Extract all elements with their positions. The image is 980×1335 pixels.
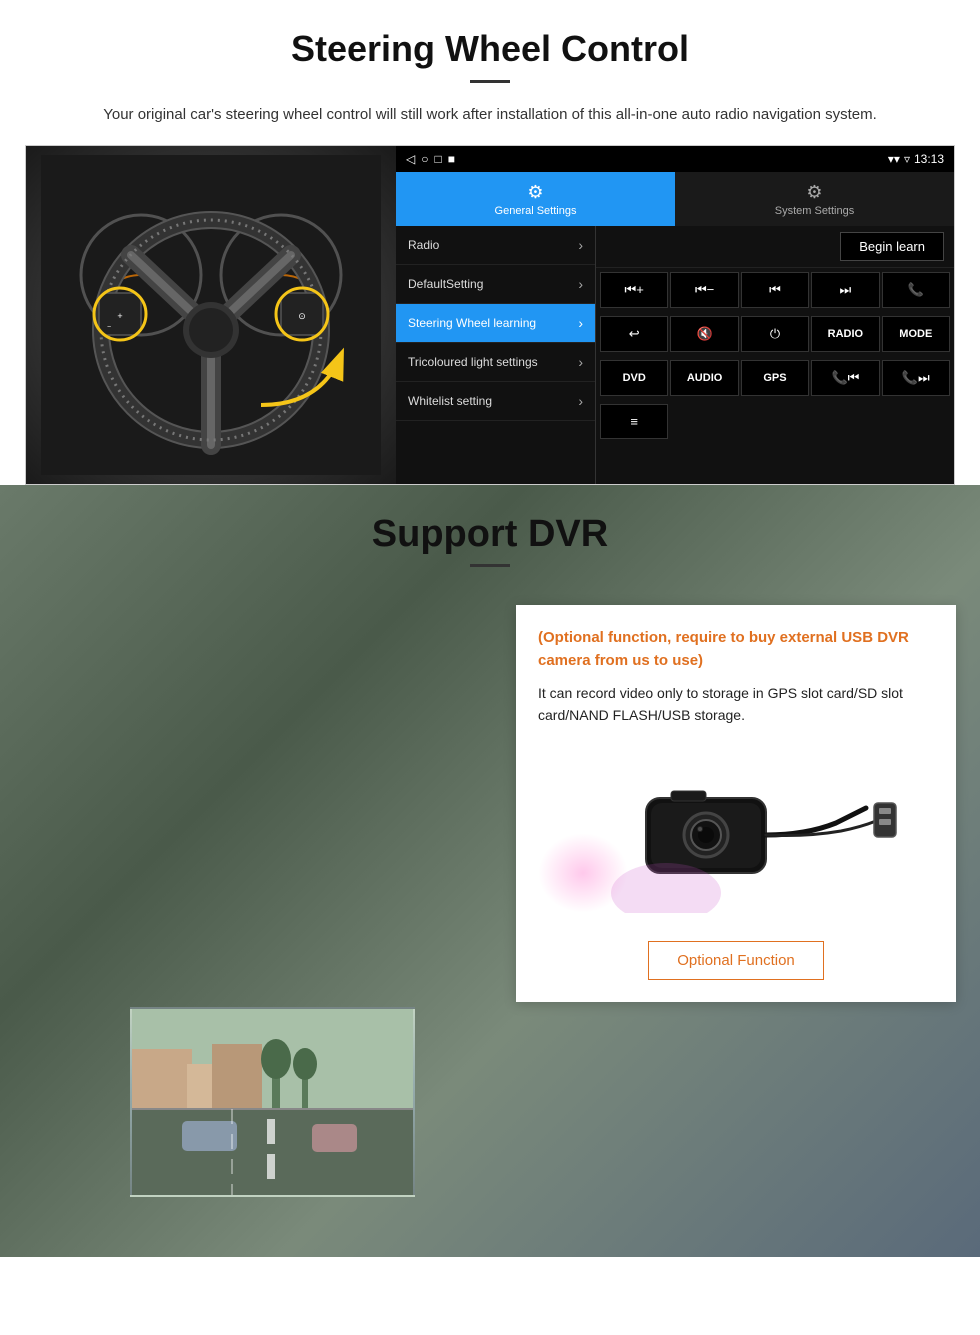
android-content: Radio › DefaultSetting › Steering Wheel … [396,226,954,484]
ctrl-btn-phone-next[interactable]: 📞⏭ [882,360,950,396]
ctrl-btn-vol-up[interactable]: ⏮+ [600,272,668,308]
section-subtitle: Your original car's steering wheel contr… [80,103,900,127]
ctrl-btn-phone-prev[interactable]: 📞⏮ [811,360,879,396]
tab-general-label: General Settings [495,205,577,217]
wifi-icon: ▿ [904,152,910,166]
pink-glow [538,833,628,913]
dvr-thumb-inner [132,1009,413,1195]
home-icon[interactable]: ○ [421,152,428,166]
tab-general-settings[interactable]: ⚙ General Settings [396,172,675,226]
statusbar-right: ▾▾ ▿ 13:13 [888,152,944,166]
ctrl-btn-dvd[interactable]: DVD [600,360,668,396]
settings-item-whitelist-label: Whitelist setting [408,394,492,408]
ctrl-btn-radio[interactable]: RADIO [811,316,879,352]
recents-icon[interactable]: □ [434,152,441,166]
dvr-title-divider [470,564,510,567]
dvr-card: (Optional function, require to buy exter… [516,605,956,1002]
ctrl-btn-prev[interactable]: ⏮ [741,272,809,308]
arrow-icon-whitelist: › [578,393,583,409]
optional-function-button[interactable]: Optional Function [648,941,824,980]
arrow-icon-steering: › [578,315,583,331]
steering-wheel-photo: + − ⊙ [26,146,396,484]
dvr-description: It can record video only to storage in G… [538,682,934,727]
page-title: Steering Wheel Control [20,28,960,70]
ctrl-btn-vol-down[interactable]: ⏮− [670,272,738,308]
dvr-title: Support DVR [0,513,980,556]
svg-text:−: − [107,324,111,331]
control-buttons-row1: ⏮+ ⏮− ⏮ ⏭ 📞 [596,268,954,312]
ctrl-btn-next[interactable]: ⏭ [811,272,879,308]
section2-dvr: Support DVR (Optional function, require … [0,485,980,1257]
ctrl-btn-power[interactable]: ⏻ [741,316,809,352]
title-block: Steering Wheel Control [0,0,980,103]
sw-placeholder: + − ⊙ [26,146,396,484]
control-buttons-row2: ↩ 🔇 ⏻ RADIO MODE [596,312,954,356]
settings-item-radio[interactable]: Radio › [396,226,595,265]
settings-item-steering[interactable]: Steering Wheel learning › [396,304,595,343]
system-settings-icon: ⚙ [806,182,822,203]
settings-item-radio-label: Radio [408,238,439,252]
steering-wheel-svg: + − ⊙ [41,155,381,475]
settings-item-steering-label: Steering Wheel learning [408,316,536,330]
dvr-title-block: Support DVR [0,485,980,577]
dvr-camera-illustration [538,743,934,923]
control-buttons-row4: ≡ [596,400,954,443]
settings-item-tricolour[interactable]: Tricoloured light settings › [396,343,595,382]
general-settings-icon: ⚙ [527,182,543,203]
settings-right-panel: Begin learn ⏮+ ⏮− ⏮ ⏭ 📞 ↩ 🔇 ⏻ [596,226,954,484]
swc-panel: + − ⊙ [25,145,955,485]
svg-text:+: + [117,311,122,321]
android-statusbar: ◁ ○ □ ■ ▾▾ ▿ 13:13 [396,146,954,172]
dvr-optional-text: (Optional function, require to buy exter… [538,627,934,672]
settings-item-tricolour-label: Tricoloured light settings [408,355,538,369]
learn-row: Begin learn [596,226,954,268]
menu-icon[interactable]: ■ [448,152,455,166]
ctrl-btn-mute[interactable]: 🔇 [670,316,738,352]
ctrl-btn-back[interactable]: ↩ [600,316,668,352]
clock: 13:13 [914,152,944,166]
control-buttons-row3: DVD AUDIO GPS 📞⏮ 📞⏭ [596,356,954,400]
back-icon[interactable]: ◁ [406,152,415,166]
ctrl-btn-audio[interactable]: AUDIO [670,360,738,396]
svg-text:⊙: ⊙ [298,311,306,321]
statusbar-left: ◁ ○ □ ■ [406,152,455,166]
arrow-icon-default: › [578,276,583,292]
arrow-icon-radio: › [578,237,583,253]
dvr-preview-svg [132,1009,415,1197]
tab-system-label: System Settings [775,205,854,217]
tab-system-settings[interactable]: ⚙ System Settings [675,172,954,226]
begin-learn-button[interactable]: Begin learn [840,232,944,261]
ctrl-btn-gps[interactable]: GPS [741,360,809,396]
android-panel: ◁ ○ □ ■ ▾▾ ▿ 13:13 ⚙ General Settings [396,146,954,484]
settings-list: Radio › DefaultSetting › Steering Wheel … [396,226,596,484]
settings-item-default[interactable]: DefaultSetting › [396,265,595,304]
ctrl-btn-menu[interactable]: ≡ [600,404,668,439]
ctrl-btn-mode[interactable]: MODE [882,316,950,352]
settings-item-default-label: DefaultSetting [408,277,483,291]
arrow-icon-tricolour: › [578,354,583,370]
android-tabs: ⚙ General Settings ⚙ System Settings [396,172,954,226]
title-divider [470,80,510,83]
ctrl-btn-phone[interactable]: 📞 [882,272,950,308]
signal-icon: ▾▾ [888,152,900,166]
section1-steering: Steering Wheel Control Your original car… [0,0,980,485]
dvr-thumbnail [130,1007,415,1197]
settings-item-whitelist[interactable]: Whitelist setting › [396,382,595,421]
